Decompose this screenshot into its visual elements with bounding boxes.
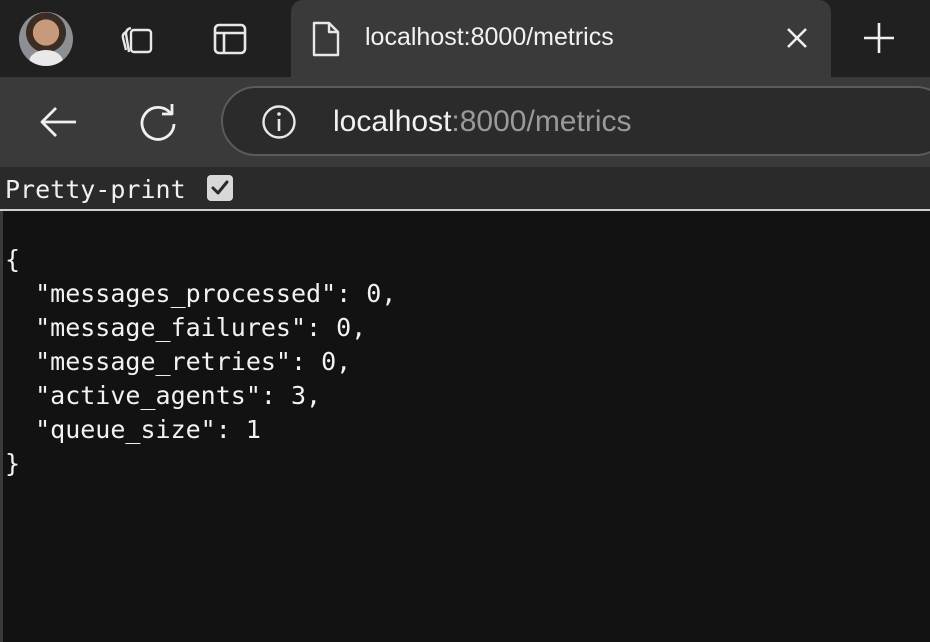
json-line: "messages_processed": 0,	[5, 279, 397, 308]
url-host: localhost	[333, 105, 452, 138]
json-line: "queue_size": 1	[5, 415, 261, 444]
json-line: "message_failures": 0,	[5, 313, 367, 342]
checkmark-icon	[211, 180, 229, 195]
json-line: {	[5, 245, 21, 274]
plus-icon[interactable]	[857, 18, 901, 58]
workspaces-icon	[121, 26, 153, 53]
pretty-print-label: Pretty-print	[5, 175, 186, 204]
json-line: "message_retries": 0,	[5, 347, 352, 376]
tab-strip: localhost:8000/metrics	[0, 0, 930, 77]
pretty-print-checkbox[interactable]	[207, 175, 233, 201]
info-icon[interactable]	[261, 104, 297, 140]
tab-title: localhost:8000/metrics	[365, 23, 614, 51]
json-line: "active_agents": 3,	[5, 381, 322, 410]
vertical-tabs-button[interactable]	[208, 0, 252, 77]
avatar-shirt	[29, 50, 63, 66]
json-content: { "messages_processed": 0, "message_fail…	[5, 243, 396, 481]
page-icon	[312, 21, 340, 57]
page-left-edge	[0, 211, 3, 642]
url-path: :8000/metrics	[451, 105, 632, 138]
vertical-tabs-icon	[213, 23, 247, 54]
json-line: }	[5, 449, 21, 478]
workspaces-button[interactable]	[112, 0, 160, 77]
active-tab[interactable]: localhost:8000/metrics	[291, 0, 831, 77]
back-arrow-icon[interactable]	[36, 101, 80, 143]
navigation-bar: localhost:8000/metrics	[0, 77, 930, 167]
url-text[interactable]: localhost:8000/metrics	[333, 105, 631, 139]
profile-avatar[interactable]	[19, 12, 73, 66]
address-bar[interactable]: localhost:8000/metrics	[221, 86, 930, 156]
close-icon[interactable]	[781, 22, 813, 54]
refresh-icon[interactable]	[136, 100, 180, 144]
json-viewer-toolbar: Pretty-print	[0, 167, 930, 211]
